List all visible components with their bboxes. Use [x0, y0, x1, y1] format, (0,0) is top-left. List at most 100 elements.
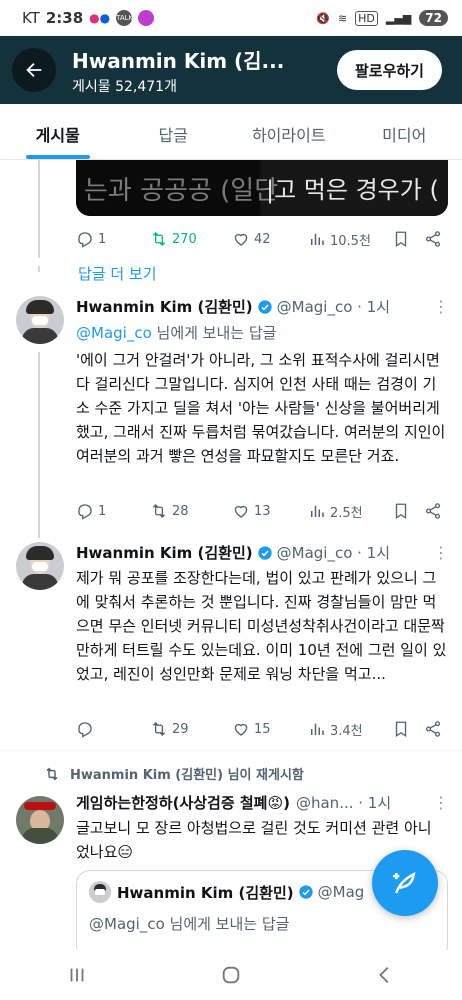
share-button[interactable] [424, 230, 442, 248]
handle: @han... · 1시 [295, 794, 392, 812]
timeline-feed[interactable]: 는과 공공공 (일단 |고 먹은 경우가 ( 1 270 42 10.5천 답글… [0, 160, 462, 950]
bookmark-icon [395, 721, 407, 738]
bookmark-button[interactable] [392, 502, 424, 520]
profile-tabs: 게시물 답글 하이라이트 미디어 [0, 104, 462, 160]
heart-icon [234, 233, 248, 246]
display-name[interactable]: Hwanmin Kim (김환민) [76, 542, 253, 563]
show-more-replies-link[interactable]: 답글 더 보기 [78, 263, 157, 284]
more-options-icon[interactable]: ⋮ [433, 793, 449, 812]
share-icon [425, 503, 441, 519]
home-icon[interactable] [220, 964, 242, 986]
share-button[interactable] [424, 720, 442, 738]
tab-media[interactable]: 미디어 [347, 104, 462, 159]
retweet-button[interactable]: 29 [150, 720, 232, 738]
status-bar: KT 2:38 ●● TALK 🔇 ≋ HD ▂▄▆ 72 [0, 0, 462, 36]
avatar[interactable] [16, 796, 64, 844]
retweet-icon [152, 232, 166, 246]
app-notification-icon [138, 10, 155, 26]
tweet-text: 글고보니 모 장르 아청법으로 걸린 것도 커미션 관련 아니었나요😑 [76, 819, 432, 861]
reply-icon [78, 722, 92, 738]
reply-to-link[interactable]: @Magi_co [76, 324, 152, 342]
verified-badge-icon [257, 545, 272, 560]
tweet[interactable]: Hwanmin Kim (김환민) @Magi_co · 1시 ⋮ 제가 뭐 공… [0, 542, 462, 744]
display-name[interactable]: Hwanmin Kim (김환민) [76, 296, 253, 317]
display-name: Hwanmin Kim (김환민) [117, 883, 294, 902]
media-image[interactable]: 는과 공공공 (일단 |고 먹은 경우가 ( [76, 160, 448, 216]
views-chart-icon [311, 505, 324, 517]
tweet-actions: 29 15 3.4천 [76, 718, 448, 740]
talk-icon: TALK [116, 10, 133, 26]
retweet-icon [152, 504, 166, 518]
signal-icon: ▂▄▆ [385, 11, 412, 25]
replying-to: @Magi_co 님에게 보내는 답글 [89, 915, 290, 933]
post-count: 게시물 52,471개 [72, 78, 177, 95]
hd-icon: HD [355, 10, 378, 26]
tweet[interactable]: Hwanmin Kim (김환민) @Magi_co · 1시 ⋮ @Magi_… [0, 296, 462, 528]
recent-apps-icon[interactable] [66, 964, 88, 986]
tab-highlights[interactable]: 하이라이트 [231, 104, 347, 159]
back-nav-icon[interactable] [374, 964, 396, 986]
views-button[interactable]: 2.5천 [308, 502, 392, 521]
share-icon [425, 721, 441, 737]
more-options-icon[interactable]: ⋮ [433, 297, 449, 316]
like-button[interactable]: 13 [232, 502, 308, 520]
reply-icon [78, 504, 92, 520]
verified-badge-icon [298, 885, 313, 899]
retweet-button[interactable]: 28 [150, 502, 232, 520]
avatar[interactable] [16, 542, 64, 590]
follow-button[interactable]: 팔로우하기 [336, 50, 442, 90]
tweet-text: 제가 뭐 공포를 조장한다는데, 법이 있고 판례가 있으니 그에 맞춰서 추론… [76, 569, 447, 683]
tab-replies[interactable]: 답글 [116, 104, 232, 159]
wifi-icon: ≋ [337, 11, 348, 25]
back-button[interactable] [12, 48, 56, 92]
reply-button[interactable] [76, 720, 150, 738]
mute-icon: 🔇 [316, 11, 330, 25]
more-options-icon[interactable]: ⋮ [433, 543, 449, 562]
heart-icon [234, 723, 248, 736]
image-text-left: 는과 공공공 (일단 [84, 176, 279, 206]
tweet-text: '에이 그거 안걸려'가 아니라, 그 소위 표적수사에 걸리시면 다 걸리신다… [76, 351, 446, 465]
reply-icon [78, 232, 92, 248]
views-button[interactable]: 3.4천 [308, 720, 392, 739]
thread-connector [38, 160, 40, 258]
retweet-icon [46, 767, 58, 780]
retweet-icon [152, 722, 166, 736]
verified-badge-icon [257, 299, 272, 314]
tweet-actions: 1 28 13 2.5천 [76, 500, 448, 522]
bookmark-button[interactable] [392, 230, 424, 248]
battery-indicator: 72 [419, 10, 448, 26]
retweet-button[interactable]: 270 [150, 230, 232, 248]
avatar[interactable] [16, 296, 64, 344]
bookmark-icon [395, 503, 407, 520]
avatar [89, 881, 111, 903]
back-arrow-icon [26, 62, 42, 78]
bookmark-icon [395, 231, 407, 248]
thread-connector [38, 266, 40, 272]
like-button[interactable]: 15 [232, 720, 308, 738]
tweet-header: Hwanmin Kim (김환민) @Magi_co · 1시 ⋮ [76, 296, 449, 317]
share-button[interactable] [424, 502, 442, 520]
compose-post-button[interactable] [372, 850, 438, 916]
clock: 2:38 [45, 9, 84, 27]
reply-button[interactable]: 1 [76, 502, 150, 520]
views-chart-icon [311, 233, 324, 245]
handle: @Magi_co · 1시 [276, 544, 391, 562]
carrier: KT [22, 9, 40, 27]
repost-notice[interactable]: Hwanmin Kim (김환민) 님이 재게시함 [44, 764, 304, 783]
image-text-right: |고 먹은 경우가 ( [266, 176, 439, 204]
compose-feather-icon [393, 872, 416, 894]
tweet-actions: 1 270 42 10.5천 [76, 228, 448, 250]
views-button[interactable]: 10.5천 [308, 230, 392, 249]
tweet-header: Hwanmin Kim (김환민) @Magi_co · 1시 ⋮ [76, 542, 449, 563]
like-button[interactable]: 42 [232, 230, 308, 248]
handle: @Magi_co · 1시 [276, 298, 391, 316]
handle: @Mag [317, 883, 365, 901]
display-name[interactable]: 게임하는한정하(사상검증 철폐😡) [76, 792, 290, 813]
reply-button[interactable]: 1 [76, 230, 150, 248]
system-nav-bar [0, 950, 462, 1000]
heart-icon [234, 505, 248, 518]
bookmark-button[interactable] [392, 720, 424, 738]
views-chart-icon [311, 723, 324, 735]
profile-name: Hwanmin Kim (김... [72, 48, 285, 73]
tab-posts[interactable]: 게시물 [0, 104, 116, 159]
